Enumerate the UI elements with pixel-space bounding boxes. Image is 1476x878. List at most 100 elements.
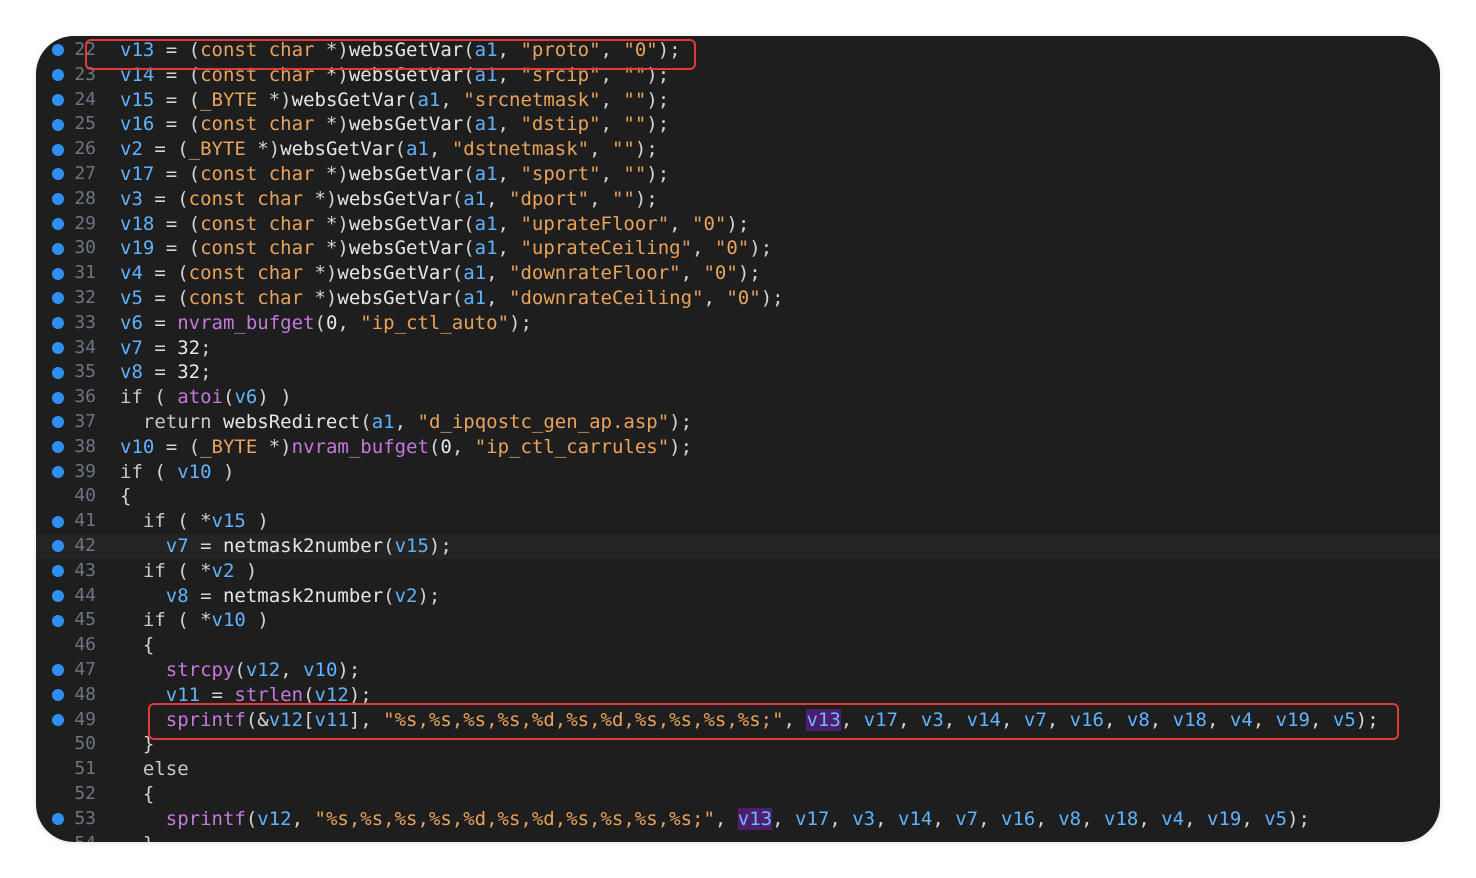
breakpoint-dot-icon[interactable] [52,416,64,429]
code-line[interactable]: 41 if ( *v15 ) [36,509,1440,534]
code-line[interactable]: 22 v13 = (const char *)websGetVar(a1, "pr… [36,38,1440,63]
code-token: "downrateCeiling" [509,286,704,309]
code-line[interactable]: 53 sprintf(v12, "%s,%s,%s,%s,%d,%s,%d,%s… [36,807,1440,832]
code-line[interactable]: 28 v3 = (const char *)websGetVar(a1, "dpo… [36,187,1440,212]
code-line[interactable]: 31 v4 = (const char *)websGetVar(a1, "dow… [36,261,1440,286]
breakpoint-dot-icon[interactable] [52,267,64,280]
code-token: ( [463,113,475,136]
code-token: "0" [714,237,750,260]
code-token: ( * [165,510,212,533]
code-token: ( [451,286,464,309]
code-token: ( * [165,609,212,632]
code-text: v10 = (_BYTE *)nvram_bufget(0, "ip_ctl_c… [120,435,692,460]
code-token: a1 [463,187,487,210]
code-line[interactable]: 38 v10 = (_BYTE *)nvram_bufget(0, "ip_ctl… [36,435,1440,460]
code-line[interactable]: 44 v8 = netmask2number(v2); [36,584,1440,609]
breakpoint-dot-icon[interactable] [52,713,64,726]
code-line[interactable]: 43 if ( *v2 ) [36,559,1440,584]
code-line[interactable]: 36 if ( atoi(v6) ) [36,385,1440,410]
code-token: = ( [154,113,201,136]
breakpoint-dot-icon[interactable] [52,317,64,330]
code-text: { [120,633,154,658]
breakpoint-dot-icon[interactable] [52,441,64,454]
code-line[interactable]: 27 v17 = (const char *)websGetVar(a1, "sp… [36,162,1440,187]
code-token: v3 [920,708,944,731]
code-token: , [1241,807,1265,830]
breakpoint-dot-icon[interactable] [52,540,64,553]
code-token: v12 [245,658,281,681]
breakpoint-dot-icon[interactable] [52,168,64,181]
breakpoint-dot-icon[interactable] [52,242,64,255]
code-token: websGetVar [348,212,464,235]
code-token: = ( [154,88,201,111]
code-line[interactable]: 25 v16 = (const char *)websGetVar(a1, "ds… [36,112,1440,137]
code-token: = [188,584,223,607]
breakpoint-dot-icon[interactable] [52,341,64,354]
code-line[interactable]: 50 } [36,732,1440,757]
breakpoint-dot-icon[interactable] [52,93,64,106]
code-line[interactable]: 42 v7 = netmask2number(v15); [36,533,1440,559]
code-token: ); [1287,807,1310,830]
code-token: v17 [120,162,155,185]
code-line[interactable]: 23 v14 = (const char *)websGetVar(a1, "sr… [36,63,1440,88]
code-token: v12 [268,708,304,731]
code-line[interactable]: 37 return websRedirect(a1, "d_ipqostc_ge… [36,410,1440,435]
code-token: return [142,410,212,433]
code-token: [ [303,708,315,731]
breakpoint-dot-icon[interactable] [52,69,64,82]
breakpoint-dot-icon[interactable] [52,689,64,702]
code-token: , [600,88,624,111]
breakpoint-dot-icon[interactable] [52,118,64,131]
code-token: ); [417,584,441,607]
breakpoint-dot-icon[interactable] [52,664,64,677]
code-line[interactable]: 47 strcpy(v12, v10); [36,658,1440,683]
code-line[interactable]: 52 { [36,782,1440,807]
breakpoint-dot-icon[interactable] [52,44,64,57]
line-number: 32 [74,286,96,308]
code-token: ( [463,39,475,61]
code-line[interactable]: 39 if ( v10 ) [36,460,1440,485]
code-token: netmask2number [222,534,384,557]
code-token: a1 [474,63,498,86]
code-line[interactable]: 48 v11 = strlen(v12); [36,683,1440,708]
code-line[interactable]: 30 v19 = (const char *)websGetVar(a1, "up… [36,236,1440,261]
code-line[interactable]: 35 v8 = 32; [36,360,1440,385]
code-line[interactable]: 45 if ( *v10 ) [36,608,1440,633]
code-token: v10 [211,609,246,632]
breakpoint-dot-icon[interactable] [52,465,64,478]
code-token: v15 [120,88,155,111]
code-line[interactable]: 49 sprintf(&v12[v11], "%s,%s,%s,%s,%d,%s… [36,708,1440,733]
code-token: ); [749,237,773,260]
breakpoint-dot-icon[interactable] [52,366,64,379]
pseudocode-view[interactable]: 22 v13 = (const char *)websGetVar(a1, "pr… [36,36,1440,842]
code-token: websGetVar [337,187,452,210]
code-line[interactable]: 40 { [36,484,1440,509]
code-line[interactable]: 46 { [36,633,1440,658]
code-line[interactable]: 54 } [36,832,1440,843]
code-line[interactable]: 51 else [36,757,1440,782]
code-line[interactable]: 34 v7 = 32; [36,336,1440,361]
code-token: , [943,708,967,731]
code-line[interactable]: 26 v2 = (_BYTE *)websGetVar(a1, "dstnetma… [36,137,1440,162]
breakpoint-dot-icon[interactable] [52,143,64,156]
code-line[interactable]: 29 v18 = (const char *)websGetVar(a1, "up… [36,212,1440,237]
breakpoint-dot-icon[interactable] [52,515,64,528]
code-token: , [1206,708,1230,731]
breakpoint-dot-icon[interactable] [52,193,64,206]
breakpoint-dot-icon[interactable] [52,565,64,578]
code-line[interactable]: 32 v5 = (const char *)websGetVar(a1, "dow… [36,286,1440,311]
breakpoint-dot-icon[interactable] [52,614,64,627]
breakpoint-dot-icon[interactable] [52,813,64,826]
line-number: 31 [74,262,96,284]
code-token: , [440,88,464,111]
breakpoint-dot-icon[interactable] [52,217,64,230]
breakpoint-dot-icon[interactable] [52,391,64,404]
code-token: v4 [120,262,143,285]
breakpoint-dot-icon[interactable] [52,589,64,602]
code-token: v13 [737,807,773,830]
code-token: } [120,833,154,843]
breakpoint-dot-icon[interactable] [52,292,64,305]
code-line[interactable]: 33 v6 = nvram_bufget(0, "ip_ctl_auto"); [36,311,1440,336]
code-line[interactable]: 24 v15 = (_BYTE *)websGetVar(a1, "srcnetm… [36,88,1440,113]
